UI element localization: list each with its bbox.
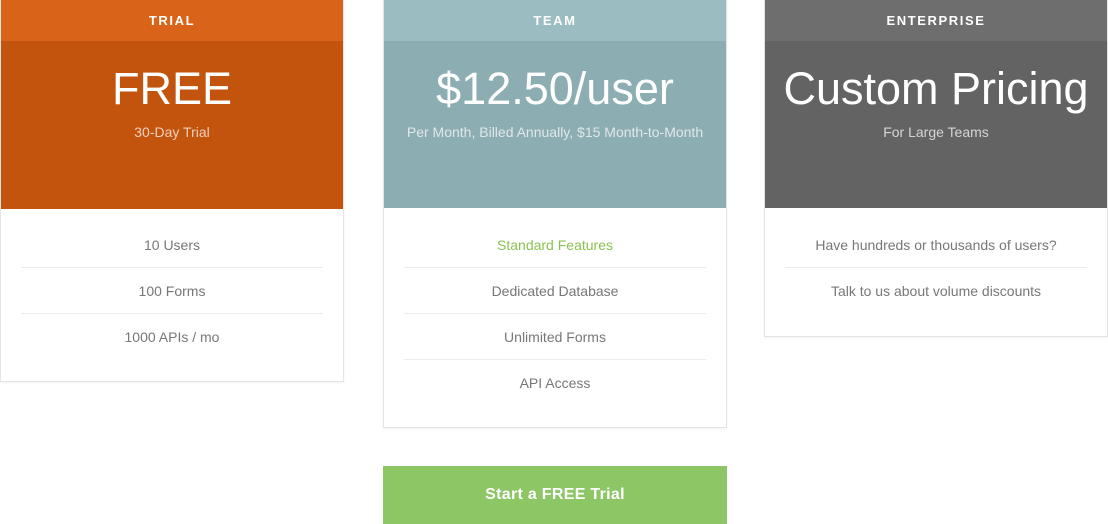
plan-feature: 100 Forms [21,268,323,314]
plan-features-trial: 10 Users 100 Forms 1000 APIs / mo [1,209,343,360]
plan-features-enterprise: Have hundreds or thousands of users? Tal… [765,208,1107,314]
plan-feature: Unlimited Forms [404,314,706,360]
plan-price-note-trial: 30-Day Trial [134,123,210,140]
plan-card-trial[interactable]: TRIAL FREE 30-Day Trial 10 Users 100 For… [0,0,344,382]
plan-price-note-team: Per Month, Billed Annually, $15 Month-to… [406,123,704,140]
plan-banner-trial: TRIAL FREE 30-Day Trial [1,0,343,209]
plan-banner-enterprise: ENTERPRISE Custom Pricing For Large Team… [765,0,1107,208]
plan-card-team[interactable]: TEAM $12.50/user Per Month, Billed Annua… [383,0,727,428]
plan-feature: Have hundreds or thousands of users? [785,222,1087,268]
plan-feature: 10 Users [21,222,323,268]
pricing-table: TRIAL FREE 30-Day Trial 10 Users 100 For… [0,0,1108,524]
plan-banner-team: TEAM $12.50/user Per Month, Billed Annua… [384,0,726,208]
plan-title-trial: TRIAL [1,0,343,41]
plan-feature: Dedicated Database [404,268,706,314]
plan-feature: Talk to us about volume discounts [830,283,1042,299]
plan-price-trial: FREE [111,63,232,114]
plan-title-team: TEAM [384,0,726,41]
plan-card-enterprise[interactable]: ENTERPRISE Custom Pricing For Large Team… [764,0,1108,337]
start-free-trial-button[interactable]: Start a FREE Trial [383,466,727,524]
plan-title-enterprise: ENTERPRISE [765,0,1107,41]
plan-price-team: $12.50/user [436,63,674,114]
plan-feature: API Access [519,375,591,391]
plan-feature: 1000 APIs / mo [124,329,220,345]
plan-price-enterprise: Custom Pricing [783,63,1089,114]
plan-features-team: Standard Features Dedicated Database Unl… [384,208,726,406]
plan-price-note-enterprise: For Large Teams [883,123,989,140]
plan-feature-highlight[interactable]: Standard Features [404,222,706,268]
